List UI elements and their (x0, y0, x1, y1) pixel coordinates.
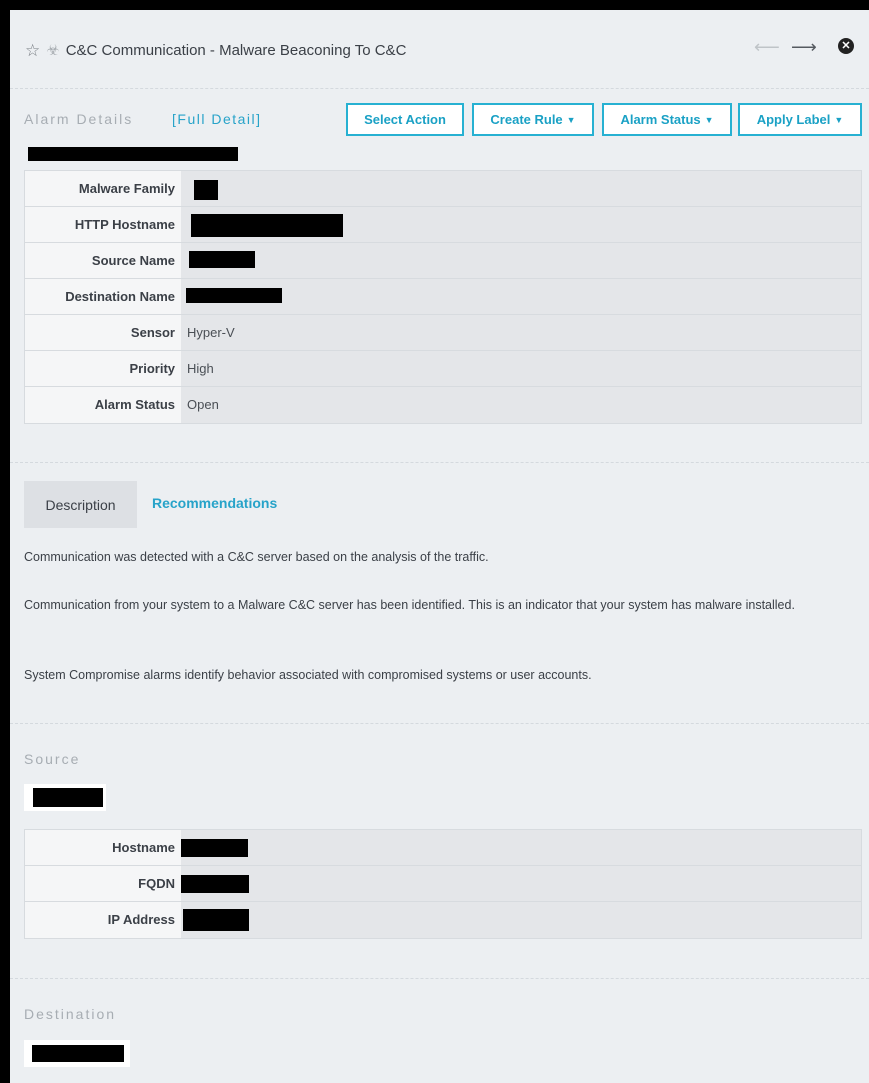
description-paragraph: Communication from your system to a Malw… (24, 598, 795, 612)
table-row: Source Name (25, 243, 861, 279)
row-key: FQDN (25, 866, 181, 901)
destination-host-chip[interactable] (24, 1040, 130, 1067)
caret-down-icon: ▼ (834, 114, 844, 125)
row-value (181, 243, 861, 278)
redacted-value (183, 909, 249, 931)
source-heading: Source (24, 751, 81, 767)
row-key: IP Address (25, 902, 181, 938)
caret-down-icon: ▼ (566, 114, 576, 125)
alarm-details-heading: Alarm Details (24, 111, 134, 127)
alarm-details-table: Malware Family HTTP Hostname Source Name… (24, 170, 862, 424)
create-rule-label: Create Rule (490, 112, 563, 127)
table-row: Priority High (25, 351, 861, 387)
row-value: Hyper-V (181, 315, 861, 350)
row-key: Alarm Status (25, 387, 181, 423)
arrow-right-icon[interactable]: ⟶ (791, 37, 817, 58)
title-wrap: ☆ ☣ C&C Communication - Malware Beaconin… (25, 42, 406, 59)
redacted-value (181, 875, 249, 893)
create-rule-button[interactable]: Create Rule ▼ (472, 103, 594, 136)
table-row: Destination Name (25, 279, 861, 315)
description-paragraph: Communication was detected with a C&C se… (24, 550, 489, 564)
table-row: Hostname (25, 830, 861, 866)
row-value[interactable] (181, 207, 861, 242)
biohazard-icon: ☣ (46, 42, 60, 59)
redacted-value (181, 839, 248, 857)
select-action-button[interactable]: Select Action (346, 103, 464, 136)
full-detail-link[interactable]: [Full Detail] (172, 111, 262, 127)
row-value (181, 902, 861, 938)
close-icon[interactable]: ✕ (838, 38, 854, 54)
table-row: HTTP Hostname (25, 207, 861, 243)
row-value (181, 830, 861, 865)
destination-heading: Destination (24, 1006, 117, 1022)
row-value: High (181, 351, 861, 386)
row-key: HTTP Hostname (25, 207, 181, 242)
redacted-value (189, 251, 255, 268)
divider (10, 723, 869, 724)
row-key: Hostname (25, 830, 181, 865)
row-key: Destination Name (25, 279, 181, 314)
table-row: Sensor Hyper-V (25, 315, 861, 351)
alarm-status-button[interactable]: Alarm Status ▼ (602, 103, 732, 136)
row-key: Sensor (25, 315, 181, 350)
redacted-value (32, 1045, 124, 1062)
table-row: FQDN (25, 866, 861, 902)
select-action-label: Select Action (364, 112, 446, 127)
star-icon[interactable]: ☆ (25, 42, 40, 59)
divider (10, 978, 869, 979)
row-value[interactable] (181, 171, 861, 206)
description-paragraph: System Compromise alarms identify behavi… (24, 668, 592, 682)
source-host-chip[interactable] (24, 784, 106, 811)
row-value (181, 866, 861, 901)
title-bar: ☆ ☣ C&C Communication - Malware Beaconin… (10, 10, 869, 90)
tab-recommendations[interactable]: Recommendations (152, 495, 277, 511)
redacted-text (28, 147, 238, 161)
tab-description[interactable]: Description (24, 481, 137, 528)
alarm-detail-panel: ☆ ☣ C&C Communication - Malware Beaconin… (10, 10, 869, 1083)
redacted-value (33, 788, 103, 807)
row-key: Priority (25, 351, 181, 386)
alarm-status-label: Alarm Status (620, 112, 701, 127)
row-value: Open (181, 387, 861, 423)
table-row: IP Address (25, 902, 861, 938)
row-key: Malware Family (25, 171, 181, 206)
table-row: Malware Family (25, 171, 861, 207)
row-key: Source Name (25, 243, 181, 278)
source-table: Hostname FQDN IP Address (24, 829, 862, 939)
alarm-title: C&C Communication - Malware Beaconing To… (65, 42, 407, 59)
row-value (181, 279, 861, 314)
redacted-value (191, 214, 343, 237)
table-row: Alarm Status Open (25, 387, 861, 423)
apply-label-label: Apply Label (756, 112, 831, 127)
apply-label-button[interactable]: Apply Label ▼ (738, 103, 862, 136)
divider (10, 88, 869, 89)
arrow-left-icon[interactable]: ⟵ (754, 37, 780, 58)
caret-down-icon: ▼ (704, 114, 714, 125)
redacted-value (194, 180, 218, 200)
redacted-value (186, 288, 282, 303)
divider (10, 462, 869, 463)
